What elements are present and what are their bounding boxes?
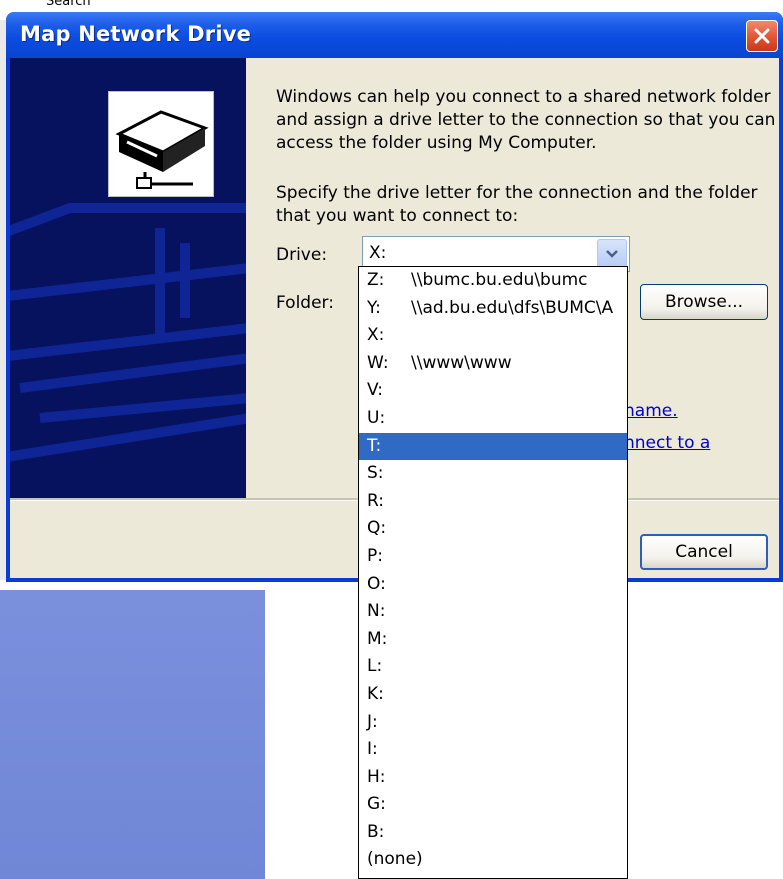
drive-option-letter: T: <box>367 435 382 456</box>
drive-option[interactable]: M: <box>359 626 627 654</box>
different-user-name-link[interactable]: name. <box>624 401 678 421</box>
drive-option[interactable]: Q: <box>359 515 627 543</box>
browse-button[interactable]: Browse... <box>640 284 768 320</box>
chevron-down-icon <box>606 250 618 258</box>
drive-option-letter: O: <box>367 573 386 594</box>
drive-option[interactable]: R: <box>359 488 627 516</box>
drive-option-letter: P: <box>367 545 383 566</box>
drive-option-letter: W: <box>367 352 389 373</box>
drive-option-path: \\www\www <box>411 352 512 373</box>
network-drive-icon-box <box>108 91 214 197</box>
network-drive-icon <box>115 110 209 189</box>
drive-option[interactable]: G: <box>359 791 627 819</box>
drive-option-letter: V: <box>367 380 383 401</box>
drive-option[interactable]: U: <box>359 405 627 433</box>
drive-option-letter: J: <box>367 711 378 732</box>
drive-option[interactable]: S: <box>359 460 627 488</box>
drive-option[interactable]: P: <box>359 543 627 571</box>
drive-option[interactable]: N: <box>359 598 627 626</box>
wizard-artwork <box>10 58 246 498</box>
drive-option-letter: G: <box>367 794 386 815</box>
close-button[interactable] <box>746 20 778 52</box>
drive-option[interactable]: K: <box>359 681 627 709</box>
drive-option-letter: Q: <box>367 518 387 539</box>
drive-option-letter: U: <box>367 407 386 428</box>
drive-option-letter: Z: <box>367 270 385 290</box>
background-blue-panel <box>0 590 265 879</box>
drive-option[interactable]: L: <box>359 653 627 681</box>
drive-option-letter: (none) <box>367 849 423 870</box>
background-search-text: Search <box>46 0 91 9</box>
title-bar[interactable]: Map Network Drive <box>6 12 783 58</box>
drive-option[interactable]: V: <box>359 377 627 405</box>
close-icon <box>754 28 770 44</box>
drive-option[interactable]: (none) <box>359 846 627 874</box>
drive-option[interactable]: O: <box>359 571 627 599</box>
drive-option[interactable]: T: <box>359 432 627 461</box>
drive-option[interactable]: X: <box>359 322 627 350</box>
drive-option-letter: K: <box>367 683 384 704</box>
drive-label: Drive: <box>276 245 328 265</box>
drive-option-letter: S: <box>367 463 384 484</box>
drive-option-letter: R: <box>367 490 385 511</box>
drive-option-letter: Y: <box>367 297 381 318</box>
drive-dropdown-button[interactable] <box>597 239 627 269</box>
drive-option[interactable]: W: \\www\www <box>359 350 627 378</box>
drive-option[interactable]: I: <box>359 736 627 764</box>
drive-option-letter: N: <box>367 601 386 622</box>
drive-option-path: \\bumc.bu.edu\bumc <box>411 270 588 290</box>
intro-text: Windows can help you connect to a shared… <box>276 87 776 153</box>
drive-option[interactable]: Z: \\bumc.bu.edu\bumc <box>359 267 627 295</box>
drive-option-letter: L: <box>367 656 383 677</box>
drive-option[interactable]: Y: \\ad.bu.edu\dfs\BUMC\A <box>359 295 627 323</box>
drive-option-letter: M: <box>367 628 388 649</box>
drive-option-letter: B: <box>367 821 385 842</box>
instruction-text: Specify the drive letter for the connect… <box>276 183 758 226</box>
drive-option-letter: I: <box>367 739 378 760</box>
cancel-button[interactable]: Cancel <box>640 534 768 570</box>
dialog-title: Map Network Drive <box>20 22 252 46</box>
drive-option[interactable]: B: <box>359 819 627 847</box>
drive-option[interactable]: H: <box>359 764 627 792</box>
drive-option-letter: X: <box>367 325 385 346</box>
folder-label: Folder: <box>276 293 334 313</box>
drive-option[interactable]: J: <box>359 709 627 737</box>
drive-select-value: X: <box>369 243 387 263</box>
drive-option-path: \\ad.bu.edu\dfs\BUMC\A <box>411 297 614 318</box>
sign-up-storage-link[interactable]: nnect to a <box>624 433 710 453</box>
drive-option-letter: H: <box>367 766 386 787</box>
drive-dropdown-list[interactable]: Z: \\bumc.bu.edu\bumc Y: \\ad.bu.edu\dfs\BU… <box>358 266 628 879</box>
